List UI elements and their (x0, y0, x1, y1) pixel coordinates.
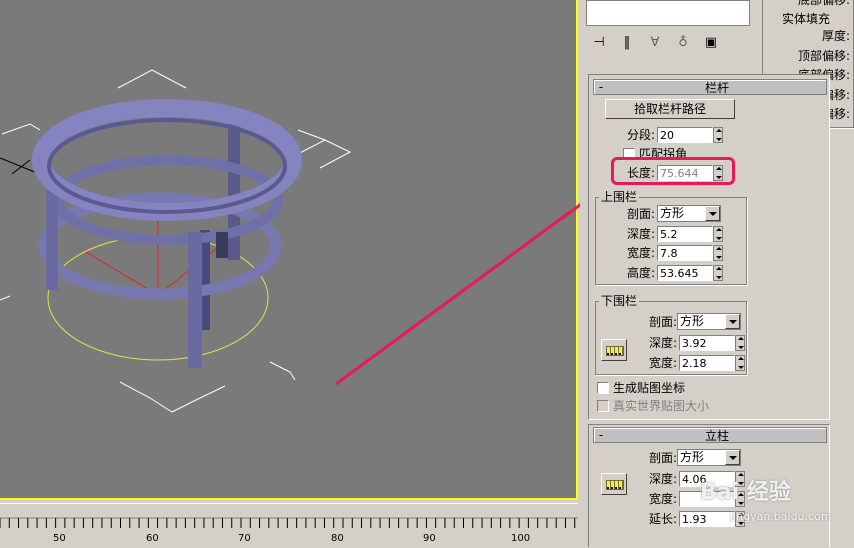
real-world-map-label: 真实世界贴图大小 (613, 399, 710, 413)
length-spinner[interactable] (657, 165, 723, 181)
watermark-text: Bai 经验 (700, 480, 791, 505)
ruler-ticks (0, 517, 578, 528)
spinner-arrows-icon[interactable] (713, 265, 723, 281)
scene-render (0, 69, 571, 413)
bottom-offset-label-top: 底部偏移: (797, 0, 850, 7)
collapse-icon: - (598, 428, 604, 442)
ruler-label: 80 (331, 533, 344, 544)
railing-rollout-header[interactable]: - 栏杆 (593, 79, 827, 95)
top-depth-label: 深度: (626, 227, 655, 241)
length-label: 长度: (626, 166, 655, 180)
top-height-spinner[interactable] (657, 265, 723, 281)
collapse-icon: - (598, 80, 604, 94)
thickness-label: 厚度: (821, 29, 850, 43)
ruler-label: 90 (423, 533, 436, 544)
posts-profile-value: 方形 (680, 450, 705, 464)
real-world-map-checkbox[interactable]: 真实世界贴图大小 (597, 399, 709, 413)
make-unique-icon[interactable]: ∀ (644, 35, 666, 50)
lower-depth-spinner[interactable] (679, 335, 745, 351)
watermark: Bai 经验 (700, 474, 820, 506)
modifier-stack-list[interactable] (586, 0, 750, 26)
pick-railing-path-button[interactable]: 拾取栏杆路径 (605, 99, 735, 119)
top-profile-value: 方形 (660, 206, 685, 220)
segments-label: 分段: (626, 128, 655, 142)
gen-mapping-checkbox[interactable]: 生成贴图坐标 (597, 381, 685, 395)
chevron-down-icon[interactable] (725, 314, 740, 329)
segments-spinner[interactable] (657, 127, 723, 143)
ruler-label: 100 (511, 533, 531, 544)
show-end-result-icon[interactable]: ‖ (616, 35, 638, 50)
spinner-arrows-icon[interactable] (735, 335, 745, 351)
posts-profile-label: 剖面: (648, 451, 677, 465)
posts-extension-label: 延长: (648, 512, 677, 526)
posts-width-label: 宽度: (648, 492, 677, 506)
length-input[interactable] (657, 165, 713, 181)
lower-width-spinner[interactable] (679, 355, 745, 371)
top-depth-spinner[interactable] (657, 226, 723, 242)
chevron-down-icon[interactable] (705, 206, 720, 221)
watermark-url: jingyan.baidu.com (730, 510, 832, 523)
lower-profile-label: 剖面: (648, 315, 677, 329)
spinner-arrows-icon[interactable] (713, 127, 723, 143)
top-depth-input[interactable] (657, 226, 713, 242)
solid-fill-title: 实体填充 (780, 12, 833, 26)
top-height-input[interactable] (657, 265, 713, 281)
lower-profile-dropdown[interactable]: 方形 (677, 313, 741, 330)
spinner-arrows-icon[interactable] (713, 245, 723, 261)
railing-rollout: - 栏杆 拾取栏杆路径 分段: 匹配拐角 长度: 上围栏 剖面: 方形 深度: (588, 74, 830, 420)
chevron-down-icon[interactable] (725, 450, 740, 465)
top-offset-label: 顶部偏移: (797, 49, 850, 63)
top-rail-title: 上围栏 (599, 190, 640, 204)
posts-extension-input[interactable] (679, 511, 735, 527)
posts-title: 立柱 (704, 428, 729, 443)
command-panel: ⊣ ‖ ∀ ♁ ▣ 底部偏移: 实体填充 厚度: 顶部偏移: 底部偏移: 左偏移… (580, 0, 854, 547)
segments-input[interactable] (657, 127, 713, 143)
remove-modifier-icon[interactable]: ♁ (672, 35, 694, 50)
lower-rail-title: 下围栏 (599, 294, 640, 308)
top-width-input[interactable] (657, 245, 713, 261)
top-height-label: 高度: (626, 266, 655, 280)
gen-mapping-label: 生成贴图坐标 (613, 381, 686, 395)
ruler-label: 50 (53, 533, 66, 544)
top-profile-dropdown[interactable]: 方形 (657, 205, 721, 222)
posts-profile-dropdown[interactable]: 方形 (677, 449, 741, 466)
spinner-arrows-icon[interactable] (713, 226, 723, 242)
lower-depth-label: 深度: (648, 336, 677, 350)
lower-width-input[interactable] (679, 355, 735, 371)
spinner-arrows-icon[interactable] (713, 165, 723, 181)
timeline-ruler[interactable]: 50 60 70 80 90 100 (0, 503, 578, 547)
checkbox-box[interactable] (597, 400, 609, 412)
ruler-label: 60 (146, 533, 159, 544)
posts-depth-label: 深度: (648, 472, 677, 486)
lower-profile-value: 方形 (680, 314, 705, 328)
ruler-label: 70 (238, 533, 251, 544)
spinner-arrows-icon[interactable] (735, 355, 745, 371)
lower-depth-input[interactable] (679, 335, 735, 351)
perspective-viewport[interactable] (0, 0, 578, 500)
pin-stack-icon[interactable]: ⊣ (588, 35, 610, 50)
railing-title: 栏杆 (704, 80, 729, 95)
top-width-spinner[interactable] (657, 245, 723, 261)
checkbox-box[interactable] (597, 382, 609, 394)
lower-width-label: 宽度: (648, 356, 677, 370)
configure-sets-icon[interactable]: ▣ (700, 35, 722, 50)
posts-rollout-header[interactable]: - 立柱 (593, 427, 827, 443)
top-profile-label: 剖面: (626, 207, 655, 221)
top-width-label: 宽度: (626, 246, 655, 260)
